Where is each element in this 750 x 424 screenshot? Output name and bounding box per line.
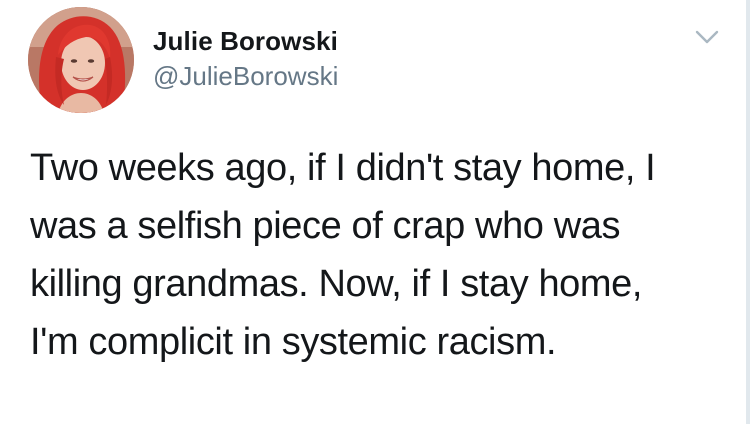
- author-handle[interactable]: @JulieBorowski: [153, 61, 338, 92]
- author-display-name[interactable]: Julie Borowski: [153, 26, 338, 57]
- tweet-text-line: was a selfish piece of crap who was: [30, 205, 621, 247]
- tweet-text-line: killing grandmas. Now, if I stay home,: [30, 263, 643, 305]
- scrollbar-edge: [746, 0, 750, 424]
- tweet-card: Julie Borowski @JulieBorowski Two weeks …: [0, 0, 750, 424]
- profile-photo-icon: [28, 7, 134, 113]
- tweet-text-line: Two weeks ago, if I didn't stay home, I: [30, 147, 656, 189]
- tweet-text: Two weeks ago, if I didn't stay home, I …: [30, 139, 730, 371]
- tweet-text-line: I'm complicit in systemic racism.: [30, 321, 557, 363]
- chevron-down-icon[interactable]: [693, 26, 721, 48]
- avatar[interactable]: [28, 7, 134, 113]
